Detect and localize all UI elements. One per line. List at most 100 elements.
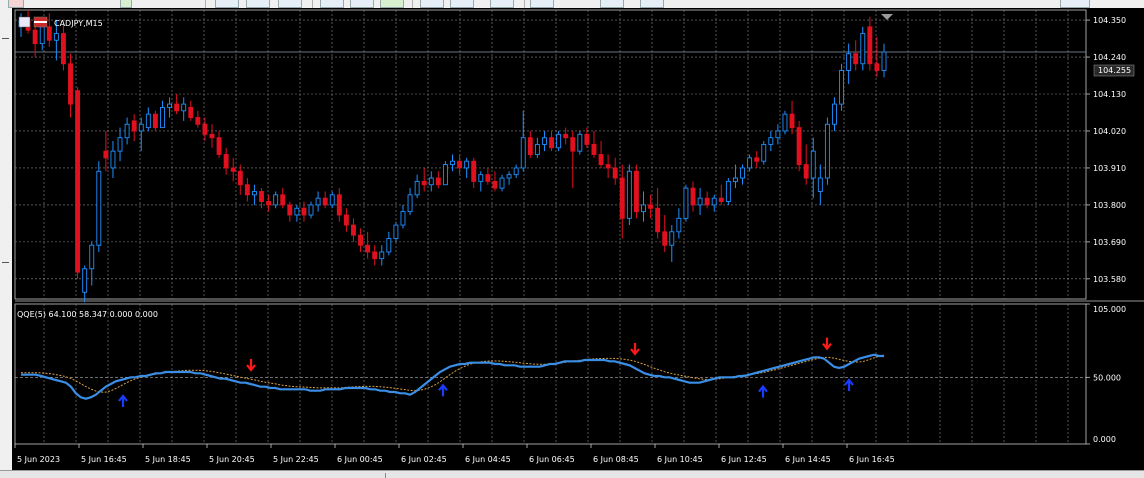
window-icon[interactable] <box>18 16 31 28</box>
candle-body <box>315 197 321 206</box>
candle-body <box>626 170 632 219</box>
candle-body <box>251 191 257 196</box>
candle-body <box>492 180 498 189</box>
candle-body <box>103 150 109 159</box>
candle-body <box>68 63 73 105</box>
buy-arrow-icon <box>844 378 854 391</box>
chart-shift-marker-icon[interactable] <box>881 14 893 20</box>
current-price-label: 104.255 <box>1098 66 1131 75</box>
candle-body <box>372 251 378 260</box>
candle-body <box>442 164 448 186</box>
candle-body <box>230 167 236 172</box>
candle-body <box>478 174 484 182</box>
candle-body <box>336 194 342 216</box>
candle-body <box>824 123 830 179</box>
candle-body <box>400 211 406 226</box>
price-axis-label: 103.800 <box>1093 201 1126 210</box>
candle-body <box>53 33 59 41</box>
candle-body <box>301 207 307 216</box>
candle-body <box>365 244 371 253</box>
candle-body <box>407 194 413 213</box>
candle-body <box>534 143 540 155</box>
toolbar-button[interactable] <box>490 0 514 8</box>
time-axis-label: 6 Jun 06:45 <box>529 455 575 464</box>
candle-body <box>662 231 668 246</box>
candle-body <box>782 113 788 132</box>
toolbar-button[interactable] <box>640 0 664 8</box>
candle-body <box>542 137 547 145</box>
toolbar-button[interactable] <box>215 0 239 8</box>
candle-body <box>881 51 887 71</box>
candle-body <box>733 177 738 182</box>
candle-body <box>839 70 845 105</box>
candle-body <box>513 167 519 176</box>
chart-window[interactable]: 104.350 104.240 104.130 104.020 103.910 103.8… <box>12 8 1144 470</box>
candles-layer <box>18 10 887 303</box>
candle-body <box>216 137 222 155</box>
candle-body <box>138 123 144 132</box>
toolbar-button[interactable] <box>450 0 474 8</box>
time-axis-label: 5 Jun 20:45 <box>209 455 255 464</box>
symbol-header: CADJPY,M15 <box>18 16 103 28</box>
candle-body <box>386 238 392 253</box>
candle-body <box>485 174 491 182</box>
candle-body <box>181 103 187 112</box>
candle-body <box>570 137 576 152</box>
candle-body <box>874 63 880 71</box>
toolbar-button[interactable] <box>530 0 554 8</box>
toolbar-button[interactable] <box>420 0 444 8</box>
toolbar-button[interactable] <box>320 0 344 8</box>
candle-body <box>655 207 661 233</box>
candle-body <box>471 160 477 182</box>
toolbar-separator <box>312 0 313 8</box>
candle-body <box>167 103 172 108</box>
candle-body <box>754 157 760 162</box>
price-axis-label: 104.240 <box>1093 53 1126 62</box>
toolbar-button[interactable] <box>1060 0 1090 8</box>
price-axis-label: 104.020 <box>1093 127 1126 136</box>
candle-body <box>846 53 852 71</box>
candle-body <box>266 201 272 206</box>
candle-body <box>810 150 816 179</box>
toolbar-button[interactable] <box>120 0 132 8</box>
candle-body <box>584 133 590 145</box>
candle-body <box>577 133 583 152</box>
indicator-panel-border <box>14 303 1087 445</box>
toolbar-button[interactable] <box>350 0 374 8</box>
chart-canvas[interactable]: 104.350 104.240 104.130 104.020 103.910 103.8… <box>12 8 1144 470</box>
time-axis-label: 6 Jun 14:45 <box>785 455 831 464</box>
toolbar-button[interactable] <box>600 0 624 8</box>
candle-body <box>75 90 81 273</box>
toolbar-button[interactable] <box>380 0 404 8</box>
candle-body <box>39 26 45 45</box>
candle-body <box>789 113 795 129</box>
toolbar-button[interactable] <box>278 0 302 8</box>
candle-body <box>280 194 286 206</box>
candle-body <box>747 157 753 169</box>
candle-body <box>202 123 208 135</box>
candle-body <box>556 133 562 149</box>
candle-body <box>160 107 165 129</box>
candle-body <box>174 103 180 112</box>
candle-body <box>796 127 802 166</box>
indicator-layer <box>21 337 885 407</box>
candle-body <box>60 33 66 65</box>
sell-arrow-icon <box>630 343 640 356</box>
toolbar-button[interactable] <box>8 0 24 8</box>
candle-body <box>633 170 639 213</box>
candle-body <box>322 197 328 206</box>
toolbar-button[interactable] <box>246 0 270 8</box>
candle-body <box>308 204 314 216</box>
time-axis-label: 6 Jun 00:45 <box>337 455 383 464</box>
candle-body <box>244 184 250 196</box>
candle-body <box>457 160 463 169</box>
grid-layer <box>14 9 1144 445</box>
candle-body <box>294 207 300 216</box>
candle-body <box>605 164 611 169</box>
candle-body <box>527 137 533 155</box>
sell-arrow-icon <box>246 359 256 372</box>
candle-body <box>520 137 526 169</box>
candle-body <box>669 231 675 246</box>
candle-body <box>683 187 689 219</box>
candle-body <box>761 143 767 162</box>
